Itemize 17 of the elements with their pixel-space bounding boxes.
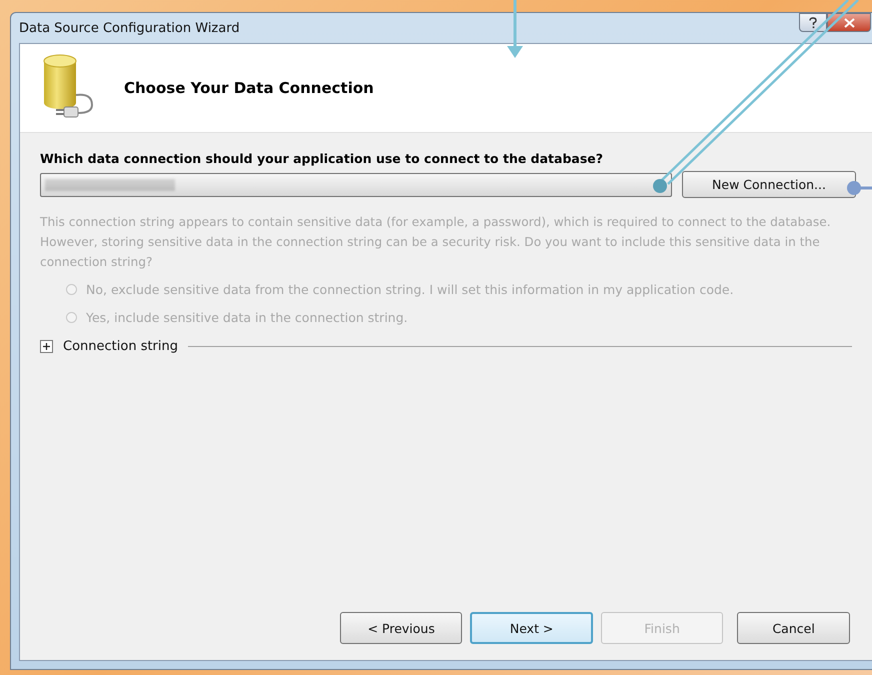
page-title: Choose Your Data Connection [124, 79, 374, 97]
close-icon [844, 18, 854, 28]
new-connection-button[interactable]: New Connection... [682, 171, 856, 198]
callout-arrow [507, 0, 523, 58]
connection-dropdown[interactable] [40, 172, 672, 196]
wizard-button[interactable]: < Previous [340, 612, 462, 644]
expand-toggle[interactable] [40, 340, 53, 353]
window-title: Data Source Configuration Wizard [19, 20, 240, 36]
section-label: Connection string [63, 339, 178, 354]
plus-icon [42, 342, 51, 351]
close-button[interactable] [827, 13, 871, 32]
help-button[interactable] [799, 13, 827, 32]
question-label: Which data connection should your application use to connect to the database? [40, 151, 604, 166]
wizard-button[interactable]: Next > [470, 612, 593, 644]
wizard-button[interactable]: Cancel [737, 612, 850, 644]
help-icon [808, 16, 818, 28]
sensitive-data-note: This connection string appears to contain sensitive data (for example, a password), which is required to connect to the database. However, storing sensitive data in the connection string can be a security risk. Do you want to include this sensitive data in the connection string? [40, 214, 832, 271]
